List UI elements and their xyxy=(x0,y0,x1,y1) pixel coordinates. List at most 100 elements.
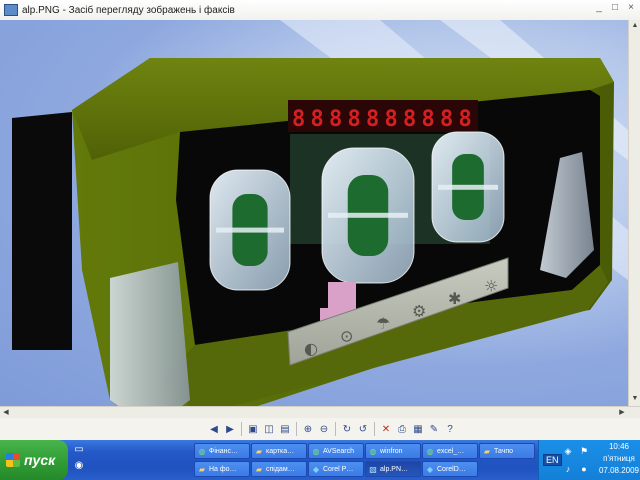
task-label: картка… xyxy=(266,447,295,455)
taskbar-task-button[interactable]: ◆ CorelD… xyxy=(422,461,478,477)
clock[interactable]: 10:46 п'ятниця 07.08.2009 xyxy=(597,441,640,477)
task-label: Corel P… xyxy=(323,465,354,473)
taskbar: пуск ▭ ◉ ◍ Фінанс… ▰ картка… ◍ AVSearch ◍ winfr… xyxy=(0,440,640,480)
led-digit: 8 xyxy=(292,107,305,132)
task-label: alp.PN… xyxy=(380,465,409,473)
led-digit: 8 xyxy=(403,107,416,132)
taskbar-task-button[interactable]: ▰ картка… xyxy=(251,443,307,459)
taskbar-task-button[interactable]: ▧ alp.PN… xyxy=(365,461,421,477)
task-label: winfron xyxy=(380,447,403,455)
task-label: CorelD… xyxy=(437,465,466,473)
taskbar-task-button[interactable]: ▰ Тачпо xyxy=(479,443,535,459)
taskbar-task-button[interactable]: ◍ Фінанс… xyxy=(194,443,250,459)
network-icon[interactable]: ◈ xyxy=(563,446,573,456)
brake-warning-icon: ⊙ xyxy=(340,327,353,346)
task-label: excel_… xyxy=(437,447,465,455)
delete-icon[interactable]: ✕ xyxy=(379,422,393,436)
taskbar-task-button[interactable]: ◆ Corel P… xyxy=(308,461,364,477)
windows-flag-icon xyxy=(6,453,20,467)
gear-icon: ⚙ xyxy=(412,302,426,321)
actual-size-icon[interactable]: ◫ xyxy=(262,422,276,436)
glass-digit: 0 xyxy=(321,147,415,284)
led-digit: 8 xyxy=(311,107,324,132)
led-digit: 8 xyxy=(366,107,379,132)
glass-digit: 0 xyxy=(209,169,291,291)
horizontal-scrollbar[interactable]: ◀ ▶ xyxy=(0,406,640,418)
clock-time: 10:46 xyxy=(608,442,630,451)
scroll-right-icon[interactable]: ▶ xyxy=(617,408,627,418)
clock-date: 07.08.2009 xyxy=(598,466,640,475)
next-icon[interactable]: ▶ xyxy=(223,422,237,436)
close-button[interactable]: × xyxy=(624,2,638,16)
left-glass-plate xyxy=(110,262,190,406)
image-viewport[interactable]: 8888888888 000 ◐⊙☂⚙✱☼ xyxy=(0,20,628,406)
led-digit: 8 xyxy=(329,107,342,132)
flag-icon[interactable]: ⚑ xyxy=(579,446,589,456)
glass-digit: 0 xyxy=(431,131,505,243)
rotate-ccw-icon[interactable]: ↺ xyxy=(356,422,370,436)
led-digit: 8 xyxy=(422,107,435,132)
led-strip: 8888888888 xyxy=(288,100,478,132)
scroll-up-icon[interactable]: ▲ xyxy=(630,21,640,31)
wiper-icon: ☂ xyxy=(376,314,390,333)
led-digit: 8 xyxy=(348,107,361,132)
task-label: спідам… xyxy=(266,465,295,473)
image-icon: ▧ xyxy=(369,464,377,474)
save-icon[interactable]: ▦ xyxy=(411,422,425,436)
taskbar-task-button[interactable]: ◍ winfron xyxy=(365,443,421,459)
led-digit: 8 xyxy=(459,107,472,132)
task-label: Фінанс… xyxy=(209,447,239,455)
vertical-scrollbar[interactable]: ▲ ▼ xyxy=(628,20,640,406)
start-button[interactable]: пуск xyxy=(0,440,68,480)
quick-launch: ▭ ◉ xyxy=(72,443,90,477)
scroll-left-icon[interactable]: ◀ xyxy=(1,408,11,418)
help-icon[interactable]: ? xyxy=(443,422,457,436)
headlight-icon: ◐ xyxy=(304,339,318,358)
slideshow-icon[interactable]: ▤ xyxy=(278,422,292,436)
zoom-in-icon[interactable]: ⊕ xyxy=(301,422,315,436)
window-title: alp.PNG - Засіб перегляду зображень і фа… xyxy=(22,4,235,16)
globe-icon: ◍ xyxy=(312,446,320,456)
folder-icon: ▰ xyxy=(255,464,263,474)
print-icon[interactable]: ⎙ xyxy=(395,422,409,436)
globe-icon: ◍ xyxy=(369,446,377,456)
antivirus-icon[interactable]: ● xyxy=(579,464,589,474)
back-shadow xyxy=(12,112,72,350)
globe-icon: ◍ xyxy=(426,446,434,456)
language-indicator[interactable]: EN xyxy=(543,454,562,466)
fan-icon: ✱ xyxy=(448,289,461,308)
scroll-down-icon[interactable]: ▼ xyxy=(630,394,640,404)
zoom-out-icon[interactable]: ⊖ xyxy=(317,422,331,436)
corel-icon: ◆ xyxy=(312,464,320,474)
best-fit-icon[interactable]: ▣ xyxy=(246,422,260,436)
window-title-bar[interactable]: alp.PNG - Засіб перегляду зображень і фа… xyxy=(0,0,640,20)
taskbar-task-button[interactable]: ◍ AVSearch xyxy=(308,443,364,459)
led-digit: 8 xyxy=(440,107,453,132)
maximize-button[interactable]: □ xyxy=(608,2,622,16)
taskbar-task-button[interactable]: ▰ На фо… xyxy=(194,461,250,477)
task-label: AVSearch xyxy=(323,447,354,455)
viewer-toolbar: ◀ ▶ ▣ ◫ ▤ ⊕ ⊖ ↻ ↺ ✕ ⎙ ▦ ✎ ? xyxy=(0,418,640,440)
system-tray: EN ◈ ⚑ ♪ ● 10:46 п'ятниця 07.08.2009 xyxy=(538,440,640,480)
clock-day: п'ятниця xyxy=(603,454,635,463)
sun-icon: ☼ xyxy=(484,277,498,296)
task-label: На фо… xyxy=(209,465,237,473)
folder-icon: ▰ xyxy=(198,464,206,474)
folder-icon: ▰ xyxy=(255,446,263,456)
led-digit: 8 xyxy=(385,107,398,132)
browser-icon[interactable]: ◉ xyxy=(72,459,86,473)
edit-icon[interactable]: ✎ xyxy=(427,422,441,436)
taskbar-task-button[interactable]: ▰ спідам… xyxy=(251,461,307,477)
folder-icon: ▰ xyxy=(483,446,491,456)
minimize-button[interactable]: _ xyxy=(592,2,606,16)
globe-icon: ◍ xyxy=(198,446,206,456)
app-icon xyxy=(4,4,18,16)
start-label: пуск xyxy=(24,452,56,468)
volume-icon[interactable]: ♪ xyxy=(563,464,573,474)
show-desktop-icon[interactable]: ▭ xyxy=(72,443,86,457)
taskbar-task-button[interactable]: ◍ excel_… xyxy=(422,443,478,459)
prev-icon[interactable]: ◀ xyxy=(207,422,221,436)
corel-icon: ◆ xyxy=(426,464,434,474)
rotate-cw-icon[interactable]: ↻ xyxy=(340,422,354,436)
task-label: Тачпо xyxy=(494,447,514,455)
